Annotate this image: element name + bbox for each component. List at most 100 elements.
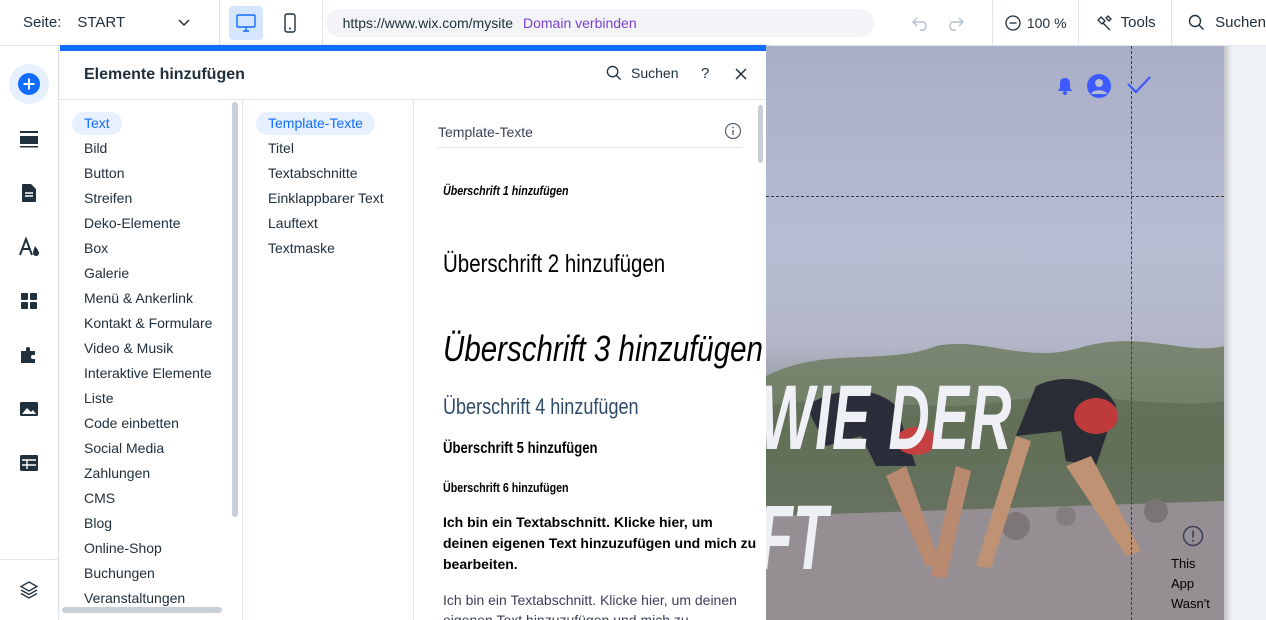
category-item[interactable]: Streifen [72, 187, 144, 210]
search-icon [606, 65, 622, 81]
subcategory-list: Template-Texte Titel Textabschnitte Eink… [244, 100, 414, 620]
category-horizontal-scrollbar[interactable] [62, 607, 222, 613]
hero-headline-line-1[interactable]: WIE DER [766, 366, 1013, 471]
table-icon [20, 455, 38, 471]
panel-search-label: Suchen [631, 65, 679, 81]
site-url: https://www.wix.com/mysite [342, 14, 513, 31]
subcategory-item[interactable]: Titel [256, 137, 306, 160]
heading-2-template[interactable]: Überschrift 2 hinzufügen [443, 250, 665, 279]
category-item[interactable]: CMS [72, 487, 127, 510]
undo-icon[interactable] [911, 15, 931, 31]
site-preview[interactable]: WIE DER FT This App Wasn't [766, 46, 1224, 620]
paragraph-template[interactable]: Ich bin ein Textabschnitt. Klicke hier, … [443, 590, 758, 620]
help-button[interactable]: ? [701, 65, 709, 82]
template-scrollbar[interactable] [758, 105, 763, 163]
page-selector-label: Seite: [23, 14, 62, 31]
zoom-out-icon [1005, 14, 1021, 31]
desktop-view-button[interactable] [228, 5, 263, 40]
category-item[interactable]: Liste [72, 387, 126, 410]
top-bar: Seite: START https://www.wix.com/mysite … [0, 0, 1266, 46]
warning-icon [1182, 525, 1204, 547]
category-item[interactable]: Interaktive Elemente [72, 362, 224, 385]
category-item[interactable]: Box [72, 237, 120, 260]
zoom-level: 100 % [1026, 14, 1067, 31]
sections-button[interactable] [9, 119, 49, 159]
template-list: Template-Texte Überschrift 1 hinzufügen … [415, 100, 766, 620]
subcategory-item[interactable]: Template-Texte [256, 112, 375, 135]
add-elements-panel: Elemente hinzufügen Suchen ? Text Bild B… [60, 45, 766, 620]
sections-icon [20, 131, 38, 148]
category-item[interactable]: Video & Musik [72, 337, 185, 360]
cms-button[interactable] [9, 443, 49, 483]
panel-title: Elemente hinzufügen [84, 66, 245, 83]
category-item[interactable]: Online-Shop [72, 537, 174, 560]
category-scrollbar[interactable] [232, 102, 238, 517]
puzzle-icon [21, 347, 35, 363]
media-button[interactable] [9, 389, 49, 429]
category-item[interactable]: Deko-Elemente [72, 212, 193, 235]
left-toolbar [0, 46, 59, 620]
category-item[interactable]: Button [72, 162, 136, 185]
category-item[interactable]: Blog [72, 512, 124, 535]
paragraph-bold-template[interactable]: Ich bin ein Textabschnitt. Klicke hier, … [443, 512, 758, 575]
site-edge-shadow [1224, 46, 1232, 620]
apps-button[interactable] [9, 281, 49, 321]
bell-icon[interactable] [1056, 76, 1074, 96]
chevron-down-icon[interactable] [177, 16, 191, 30]
subcategory-item[interactable]: Lauftext [256, 212, 330, 235]
page-selector[interactable]: Seite: START [0, 0, 219, 46]
column-guide-line [1131, 46, 1132, 620]
heading-1-template[interactable]: Überschrift 1 hinzufügen [443, 183, 569, 198]
page-icon [22, 184, 36, 202]
heading-5-template[interactable]: Überschrift 5 hinzufügen [443, 440, 598, 458]
category-item[interactable]: Buchungen [72, 562, 167, 585]
divider [0, 559, 59, 560]
section-title: Template-Texte [438, 124, 533, 140]
layers-button[interactable] [9, 570, 49, 610]
subcategory-item[interactable]: Einklappbarer Text [256, 187, 396, 210]
tools-button[interactable]: Tools [1079, 0, 1171, 46]
page-selector-value[interactable]: START [77, 14, 176, 31]
plus-circle-icon [18, 73, 40, 95]
editor-canvas[interactable]: WIE DER FT This App Wasn't [766, 46, 1266, 620]
zoom-button[interactable]: 100 % [993, 0, 1078, 46]
category-item[interactable]: Social Media [72, 437, 176, 460]
apps-grid-icon [21, 293, 37, 309]
undo-redo-group [884, 0, 992, 46]
tools-label: Tools [1120, 14, 1156, 31]
divider [321, 0, 323, 46]
search-label: Suchen [1215, 14, 1266, 31]
category-item[interactable]: Bild [72, 137, 119, 160]
close-icon[interactable] [733, 66, 749, 82]
section-guide-line [766, 196, 1224, 197]
category-item[interactable]: Zahlungen [72, 462, 162, 485]
category-item[interactable]: Menü & Ankerlink [72, 287, 205, 310]
heading-4-template[interactable]: Überschrift 4 hinzufügen [443, 394, 639, 420]
heading-3-template[interactable]: Überschrift 3 hinzufügen [443, 328, 763, 370]
category-item[interactable]: Text [72, 112, 122, 135]
search-button[interactable]: Suchen [1172, 0, 1266, 46]
design-button[interactable] [9, 227, 49, 267]
mobile-icon [284, 12, 296, 33]
mobile-view-button[interactable] [273, 6, 307, 40]
add-elements-button[interactable] [9, 64, 49, 104]
image-icon [20, 402, 38, 416]
redo-icon[interactable] [945, 15, 965, 31]
category-item[interactable]: Kontakt & Formulare [72, 312, 224, 335]
category-list: Text Bild Button Streifen Deko-Elemente … [60, 100, 243, 620]
connect-domain-link[interactable]: Domain verbinden [523, 15, 637, 31]
subcategory-item[interactable]: Textabschnitte [256, 162, 370, 185]
hero-headline-line-2[interactable]: FT [766, 486, 828, 591]
avatar-icon[interactable] [1086, 73, 1112, 99]
category-item[interactable]: Code einbetten [72, 412, 191, 435]
heading-6-template[interactable]: Überschrift 6 hinzufügen [443, 480, 569, 495]
pages-button[interactable] [9, 173, 49, 213]
search-icon [1188, 14, 1205, 30]
category-item[interactable]: Galerie [72, 262, 141, 285]
checkmark-icon[interactable] [1126, 74, 1152, 96]
info-icon[interactable] [724, 122, 742, 140]
desktop-icon [236, 13, 256, 32]
panel-search-button[interactable]: Suchen [606, 65, 678, 81]
subcategory-item[interactable]: Textmaske [256, 237, 347, 260]
business-apps-button[interactable] [9, 335, 49, 375]
